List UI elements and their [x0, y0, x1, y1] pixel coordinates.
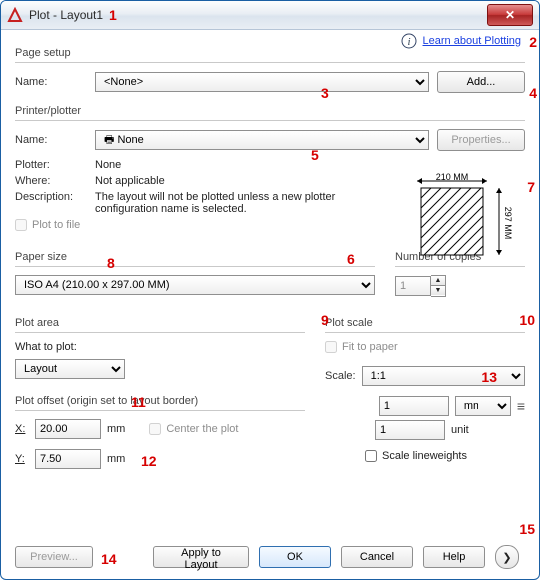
offset-x-input[interactable] — [35, 419, 101, 439]
plot-offset-group-label: Plot offset (origin set to layout border… — [15, 395, 305, 407]
properties-button[interactable]: Properties... — [437, 129, 525, 151]
scale-num-input[interactable] — [379, 396, 449, 416]
close-button[interactable]: ✕ — [487, 4, 533, 26]
copies-spinner[interactable]: ▲▼ — [395, 275, 446, 297]
plot-dialog: Plot - Layout1 ✕ i Learn about Plotting … — [0, 0, 540, 580]
paper-size-group-label: Paper size — [15, 251, 375, 263]
paper-preview: 210 MM 297 MM — [399, 173, 519, 261]
learn-link-wrap: i Learn about Plotting — [401, 33, 521, 49]
preview-button[interactable]: Preview... — [15, 546, 93, 568]
svg-text:i: i — [407, 36, 410, 48]
scale-den-unit: unit — [451, 424, 507, 436]
help-button[interactable]: Help — [423, 546, 485, 568]
printer-name-label: Name: — [15, 134, 87, 146]
info-icon: i — [401, 33, 417, 49]
page-setup-name-label: Name: — [15, 76, 87, 88]
offset-x-label: X: — [15, 423, 29, 435]
app-logo-icon — [7, 7, 23, 23]
where-value: Not applicable — [95, 175, 165, 187]
copies-up-button[interactable]: ▲ — [431, 276, 445, 285]
printer-group-label: Printer/plotter — [15, 105, 525, 117]
scale-lineweights-checkbox[interactable]: Scale lineweights — [365, 450, 467, 462]
titlebar: Plot - Layout1 ✕ — [1, 1, 539, 30]
plotter-label: Plotter: — [15, 159, 87, 171]
offset-y-input[interactable] — [35, 449, 101, 469]
annotation-2: 2 — [529, 34, 537, 50]
scale-den-input[interactable] — [375, 420, 445, 440]
expand-more-button[interactable]: ❯ — [495, 545, 519, 569]
equals-icon: ≡ — [517, 398, 525, 414]
svg-text:210 MM: 210 MM — [436, 173, 469, 182]
plotter-value: None — [95, 159, 121, 171]
offset-x-unit: mm — [107, 423, 125, 435]
window-title: Plot - Layout1 — [29, 8, 103, 22]
printer-name-select[interactable]: 🖶 None — [95, 130, 429, 150]
scale-select[interactable]: 1:1 — [362, 366, 525, 386]
plot-to-file-checkbox[interactable]: Plot to file — [15, 219, 80, 231]
plot-scale-group-label: Plot scale — [325, 317, 525, 329]
offset-y-unit: mm — [107, 453, 125, 465]
scale-unit-select[interactable]: mm — [455, 396, 511, 416]
chevron-right-icon: ❯ — [502, 551, 511, 564]
description-label: Description: — [15, 191, 87, 203]
annotation-4: 4 — [529, 85, 537, 101]
center-plot-checkbox[interactable]: Center the plot — [149, 423, 238, 435]
add-button[interactable]: Add... — [437, 71, 525, 93]
page-setup-name-select[interactable]: <None> — [95, 72, 429, 92]
apply-to-layout-button[interactable]: Apply to Layout — [153, 546, 249, 568]
close-icon: ✕ — [505, 9, 515, 21]
annotation-15: 15 — [519, 521, 535, 537]
svg-text:297 MM: 297 MM — [503, 207, 513, 240]
what-to-plot-label: What to plot: — [15, 341, 305, 353]
cancel-button[interactable]: Cancel — [341, 546, 413, 568]
dialog-footer: Preview... Apply to Layout OK Cancel Hel… — [15, 545, 525, 569]
description-value: The layout will not be plotted unless a … — [95, 191, 355, 215]
plot-area-group-label: Plot area — [15, 317, 305, 329]
what-to-plot-select[interactable]: Layout — [15, 359, 125, 379]
offset-y-label: Y: — [15, 453, 29, 465]
annotation-7: 7 — [527, 179, 535, 195]
fit-to-paper-checkbox[interactable]: Fit to paper — [325, 341, 398, 353]
paper-size-select[interactable]: ISO A4 (210.00 x 297.00 MM) — [15, 275, 375, 295]
where-label: Where: — [15, 175, 87, 187]
scale-label: Scale: — [325, 370, 356, 382]
copies-down-button[interactable]: ▼ — [431, 285, 445, 295]
learn-about-plotting-link[interactable]: Learn about Plotting — [423, 35, 521, 47]
ok-button[interactable]: OK — [259, 546, 331, 568]
